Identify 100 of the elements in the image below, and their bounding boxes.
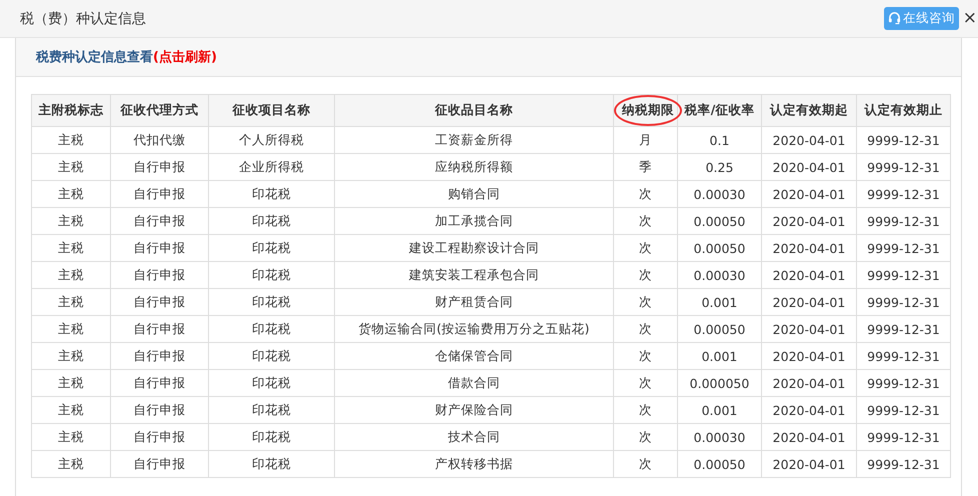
table-cell: 0.000050 [678,370,762,396]
table-cell: 0.00030 [678,180,762,208]
table-cell: 自行申报 [110,316,208,342]
table-cell: 自行申报 [110,180,208,208]
column-header: 认定有效期止 [856,94,950,126]
table-cell: 0.001 [678,342,762,370]
table-cell: 个人所得税 [208,126,334,154]
table-cell: 9999-12-31 [856,154,950,180]
column-header: 征收品目名称 [334,94,614,126]
table-cell: 2020-04-01 [762,126,856,154]
table-cell: 次 [614,316,678,342]
table-cell: 9999-12-31 [856,262,950,288]
table-cell: 自行申报 [110,450,208,478]
table-cell: 财产保险合同 [334,396,614,424]
table-cell: 2020-04-01 [762,316,856,342]
table-cell: 0.00050 [678,234,762,262]
table-cell: 次 [614,262,678,288]
column-header: 主附税标志 [32,94,110,126]
table-cell: 自行申报 [110,208,208,234]
table-cell: 9999-12-31 [856,126,950,154]
online-consult-button[interactable]: 在线咨询 [884,7,959,30]
table-cell: 建设工程勘察设计合同 [334,234,614,262]
table-cell: 自行申报 [110,234,208,262]
table-cell: 产权转移书据 [334,450,614,478]
table-cell: 印花税 [208,208,334,234]
table-cell: 自行申报 [110,262,208,288]
table-cell: 9999-12-31 [856,370,950,396]
table-cell: 9999-12-31 [856,288,950,316]
table-cell: 印花税 [208,396,334,424]
window-title: 税（费）种认定信息 [20,10,146,28]
table-cell: 财产租赁合同 [334,288,614,316]
table-cell: 次 [614,234,678,262]
headset-icon [888,12,901,25]
table-cell: 次 [614,450,678,478]
table-cell: 2020-04-01 [762,180,856,208]
panel-title: 税费种认定信息查看 [36,48,153,66]
table-cell: 印花税 [208,288,334,316]
table-cell: 企业所得税 [208,154,334,180]
table-cell: 应纳税所得额 [334,154,614,180]
table-cell: 0.00030 [678,262,762,288]
table-cell: 9999-12-31 [856,208,950,234]
table-cell: 9999-12-31 [856,316,950,342]
table-cell: 印花税 [208,342,334,370]
table-cell: 0.00050 [678,316,762,342]
table-cell: 9999-12-31 [856,342,950,370]
table-cell: 主税 [32,126,110,154]
table-cell: 主税 [32,180,110,208]
table-cell: 自行申报 [110,154,208,180]
table-cell: 自行申报 [110,370,208,396]
table-cell: 加工承揽合同 [334,208,614,234]
table-cell: 主税 [32,316,110,342]
table-cell: 0.00050 [678,450,762,478]
table-cell: 2020-04-01 [762,154,856,180]
table-cell: 2020-04-01 [762,342,856,370]
table-cell: 0.00030 [678,424,762,450]
table-cell: 2020-04-01 [762,262,856,288]
table-cell: 印花税 [208,262,334,288]
table-cell: 0.00050 [678,208,762,234]
table-cell: 工资薪金所得 [334,126,614,154]
table-cell: 2020-04-01 [762,208,856,234]
table-cell: 季 [614,154,678,180]
close-button[interactable]: × [962,10,978,27]
table-cell: 0.001 [678,396,762,424]
table-cell: 2020-04-01 [762,288,856,316]
table-cell: 主税 [32,370,110,396]
table-cell: 借款合同 [334,370,614,396]
column-header: 征收代理方式 [110,94,208,126]
table-cell: 印花税 [208,234,334,262]
table-cell: 主税 [32,342,110,370]
table-cell: 印花税 [208,180,334,208]
table-cell: 主税 [32,424,110,450]
table-cell: 0.001 [678,288,762,316]
table-cell: 2020-04-01 [762,396,856,424]
table-cell: 9999-12-31 [856,396,950,424]
table-cell: 印花税 [208,370,334,396]
table-cell: 主税 [32,154,110,180]
table-cell: 货物运输合同(按运输费用万分之五贴花) [334,316,614,342]
table-cell: 自行申报 [110,342,208,370]
table-cell: 代扣代缴 [110,126,208,154]
table-cell: 主税 [32,396,110,424]
table-cell: 次 [614,370,678,396]
column-header: 税率/征收率 [678,94,762,126]
table-cell: 0.1 [678,126,762,154]
table-cell: 印花税 [208,450,334,478]
table-cell: 2020-04-01 [762,370,856,396]
table-cell: 次 [614,342,678,370]
table-cell: 建筑安装工程承包合同 [334,262,614,288]
table-cell: 月 [614,126,678,154]
table-cell: 9999-12-31 [856,424,950,450]
refresh-link[interactable]: (点击刷新) [153,48,217,66]
table-cell: 主税 [32,262,110,288]
table-cell: 2020-04-01 [762,450,856,478]
table-cell: 9999-12-31 [856,450,950,478]
table-cell: 印花税 [208,316,334,342]
table-cell: 自行申报 [110,396,208,424]
table-cell: 次 [614,180,678,208]
table-cell: 印花税 [208,424,334,450]
table-cell: 次 [614,208,678,234]
table-cell: 次 [614,424,678,450]
table-cell: 购销合同 [334,180,614,208]
